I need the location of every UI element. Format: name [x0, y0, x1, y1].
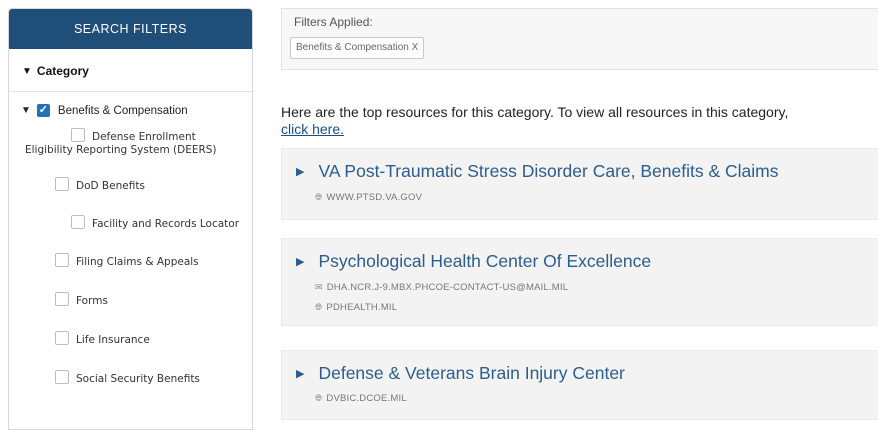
checkbox-checked-icon[interactable]: ✓: [36, 104, 50, 117]
intro-text-block: Here are the top resources for this cate…: [281, 104, 876, 138]
filter-label: Benefits & Compensation: [57, 104, 188, 117]
globe-icon: 🌐︎: [315, 192, 323, 202]
search-filters-panel: SEARCH FILTERS ▼ Category ▼ ✓ Benefits &…: [8, 8, 253, 430]
globe-icon: 🌐︎: [315, 302, 323, 312]
resource-website[interactable]: 🌐︎ PDHEALTH.MIL: [315, 302, 397, 313]
category-label: Category: [36, 64, 89, 78]
checkbox[interactable]: [55, 177, 69, 191]
filter-label: Filing Claims & Appeals: [76, 256, 199, 268]
resource-title[interactable]: ▶ Psychological Health Center Of Excelle…: [296, 251, 651, 272]
triangle-right-icon: ▶: [296, 368, 305, 380]
checkbox[interactable]: [55, 370, 69, 384]
filter-label: Forms: [76, 295, 108, 307]
triangle-down-icon: ▼: [22, 65, 32, 77]
resource-title-text[interactable]: VA Post-Traumatic Stress Disorder Care, …: [318, 161, 778, 182]
website-text[interactable]: PDHEALTH.MIL: [326, 302, 397, 313]
category-toggle[interactable]: ▼ Category: [9, 49, 252, 78]
filter-chip-benefits-compensation[interactable]: Benefits & Compensation X: [290, 37, 425, 59]
filter-benefits-compensation[interactable]: ▼ ✓ Benefits & Compensation: [9, 92, 252, 117]
filters-applied-label: Filters Applied:: [294, 15, 373, 29]
envelope-icon: ✉: [315, 282, 323, 292]
filter-item-forms[interactable]: Forms: [25, 292, 252, 308]
triangle-right-icon: ▶: [296, 166, 305, 178]
checkbox[interactable]: [55, 253, 69, 267]
filter-item-social-security[interactable]: Social Security Benefits: [25, 370, 252, 386]
resource-website[interactable]: 🌐︎ DVBIC.DCOE.MIL: [315, 393, 407, 404]
checkbox[interactable]: [55, 292, 69, 306]
website-text[interactable]: WWW.PTSD.VA.GOV: [326, 192, 422, 203]
resource-card: ▶ Psychological Health Center Of Excelle…: [281, 238, 878, 326]
resource-title[interactable]: ▶ Defense & Veterans Brain Injury Center: [296, 363, 625, 384]
filter-item-filing-claims[interactable]: Filing Claims & Appeals: [25, 253, 252, 269]
checkbox[interactable]: [71, 128, 85, 142]
filter-item-facility-records-locator[interactable]: Facility and Records Locator: [25, 215, 252, 231]
resource-title-text[interactable]: Defense & Veterans Brain Injury Center: [318, 363, 624, 384]
filter-label: Life Insurance: [76, 334, 150, 346]
filter-label: Facility and Records Locator: [92, 218, 240, 230]
triangle-down-icon[interactable]: ▼: [21, 105, 31, 116]
filter-item-deers[interactable]: Defense Enrollment Eligibility Reporting…: [25, 128, 252, 157]
intro-text: Here are the top resources for this cate…: [281, 104, 789, 120]
resource-website[interactable]: 🌐︎ WWW.PTSD.VA.GOV: [315, 192, 422, 203]
checkbox[interactable]: [71, 215, 85, 229]
resource-card: ▶ Defense & Veterans Brain Injury Center…: [281, 350, 878, 420]
triangle-right-icon: ▶: [296, 256, 305, 268]
search-filters-header: SEARCH FILTERS: [9, 9, 252, 49]
filters-applied-box: Filters Applied: Benefits & Compensation…: [281, 8, 878, 70]
checkbox[interactable]: [55, 331, 69, 345]
subcategory-list: Defense Enrollment Eligibility Reporting…: [9, 128, 252, 386]
email-text[interactable]: DHA.NCR.J-9.MBX.PHCOE-CONTACT-US@MAIL.MI…: [327, 282, 568, 293]
resource-title[interactable]: ▶ VA Post-Traumatic Stress Disorder Care…: [296, 161, 778, 182]
filter-label: DoD Benefits: [76, 180, 145, 192]
website-text[interactable]: DVBIC.DCOE.MIL: [326, 393, 406, 404]
resource-title-text[interactable]: Psychological Health Center Of Excellenc…: [318, 251, 651, 272]
resource-card: ▶ VA Post-Traumatic Stress Disorder Care…: [281, 148, 878, 220]
filter-item-dod-benefits[interactable]: DoD Benefits: [25, 177, 252, 193]
globe-icon: 🌐︎: [315, 393, 323, 403]
filter-label: Social Security Benefits: [76, 373, 200, 385]
view-all-link[interactable]: click here.: [281, 121, 344, 137]
filter-item-life-insurance[interactable]: Life Insurance: [25, 331, 252, 347]
resource-email[interactable]: ✉ DHA.NCR.J-9.MBX.PHCOE-CONTACT-US@MAIL.…: [315, 282, 568, 293]
